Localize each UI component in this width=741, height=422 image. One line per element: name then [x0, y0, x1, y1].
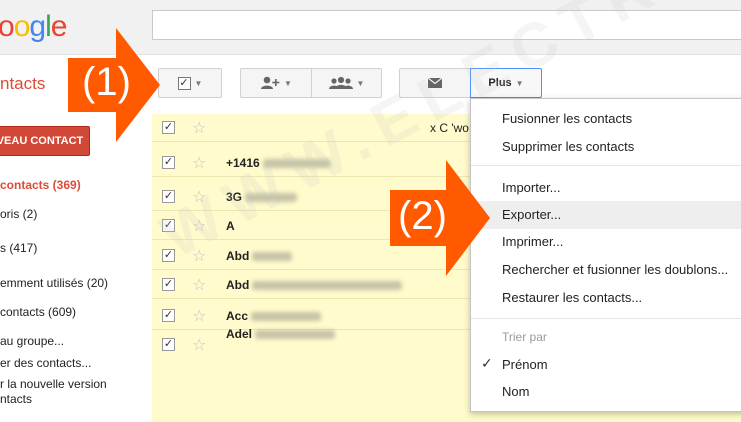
select-all-button[interactable]: ✓ ▼: [158, 68, 222, 98]
checkbox-icon: ✓: [177, 76, 191, 90]
menu-item-sort-first-name[interactable]: Prénom: [471, 351, 741, 379]
more-button-label: Plus: [488, 77, 512, 89]
row-checkbox[interactable]: ✓: [162, 309, 175, 322]
star-icon[interactable]: ☆: [192, 246, 206, 266]
group-icon: [328, 76, 353, 89]
contact-name: Adel: [226, 327, 253, 341]
sidebar-item-circles[interactable]: s (417): [0, 241, 37, 255]
row-checkbox[interactable]: ✓: [162, 338, 175, 351]
sidebar-item-favorites[interactable]: oris (2): [0, 207, 37, 221]
sidebar-item-try-new-version[interactable]: r la nouvelle version: [0, 377, 107, 391]
contact-name: Abd: [226, 249, 250, 263]
menu-item-export[interactable]: Exporter...: [471, 201, 741, 229]
menu-item-print[interactable]: Imprimer...: [471, 228, 741, 256]
redacted-text: [255, 330, 336, 340]
more-button[interactable]: Plus ▼: [470, 68, 542, 98]
google-logo[interactable]: oogle: [0, 10, 68, 44]
row-checkbox[interactable]: ✓: [162, 249, 175, 262]
contact-name-wrap: +1416: [226, 156, 331, 170]
row-checkbox[interactable]: ✓: [162, 278, 175, 291]
redacted-text: [245, 193, 298, 203]
logo-letter-e: e: [50, 10, 68, 43]
contact-name: Acc: [226, 309, 249, 323]
email-button[interactable]: [399, 68, 471, 98]
contact-name: +1416: [226, 156, 260, 170]
groups-button[interactable]: ▼: [311, 68, 382, 98]
menu-item-find-duplicates[interactable]: Rechercher et fusionner les doublons...: [471, 256, 741, 284]
contact-name: A: [226, 219, 235, 233]
sidebar-item-try-new-version-cont[interactable]: ntacts: [0, 392, 32, 406]
row-checkbox[interactable]: ✓: [162, 156, 175, 169]
add-person-icon: [261, 76, 280, 89]
star-icon[interactable]: ☆: [192, 275, 206, 295]
sidebar-item-all-contacts[interactable]: contacts (369): [0, 178, 81, 192]
contact-name-wrap: Abd: [226, 249, 293, 263]
add-to-contacts-button[interactable]: ▼: [240, 68, 312, 98]
star-icon[interactable]: ☆: [192, 118, 206, 138]
sort-by-header: Trier par: [502, 330, 547, 344]
sidebar-item-import[interactable]: er des contacts...: [0, 356, 91, 370]
contact-name-wrap: Adel: [226, 327, 336, 341]
contact-name: 3G: [226, 190, 243, 204]
redacted-text: [262, 159, 331, 169]
step-1-label: (1): [82, 60, 131, 104]
star-icon[interactable]: ☆: [192, 335, 206, 355]
logo-letter-o: o: [0, 10, 15, 43]
logo-letter-g: g: [29, 10, 46, 43]
contact-name-wrap: Acc: [226, 309, 322, 323]
sidebar-item-frequent[interactable]: emment utilisés (20): [0, 276, 108, 290]
redacted-text: [252, 281, 403, 291]
menu-divider: [471, 318, 741, 319]
redacted-text: [252, 252, 293, 262]
logo-letter-o2: o: [13, 10, 31, 43]
search-input[interactable]: [152, 10, 741, 40]
star-icon[interactable]: ☆: [192, 153, 206, 173]
chevron-down-icon: ▼: [194, 78, 203, 88]
step-2-label: (2): [398, 194, 447, 238]
star-icon[interactable]: ☆: [192, 306, 206, 326]
menu-item-restore-contacts[interactable]: Restaurer les contacts...: [471, 284, 741, 312]
envelope-icon: [428, 78, 442, 88]
menu-item-merge-contacts[interactable]: Fusionner les contacts: [471, 105, 741, 133]
sidebar-item-new-group[interactable]: au groupe...: [0, 334, 64, 348]
page-title: ntacts: [0, 74, 46, 93]
contact-extra: x C 'wo: [430, 121, 469, 135]
menu-item-sort-last-name[interactable]: Nom: [471, 378, 741, 406]
star-icon[interactable]: ☆: [192, 187, 206, 207]
contact-name: Abd: [226, 278, 250, 292]
menu-item-import[interactable]: Importer...: [471, 174, 741, 202]
more-actions-menu: Fusionner les contacts Supprimer les con…: [470, 98, 741, 412]
row-checkbox[interactable]: ✓: [162, 121, 175, 134]
row-checkbox[interactable]: ✓: [162, 190, 175, 203]
chevron-down-icon: ▼: [284, 78, 292, 88]
star-icon[interactable]: ☆: [192, 216, 206, 236]
redacted-text: [251, 312, 322, 322]
row-checkbox[interactable]: ✓: [162, 219, 175, 232]
chevron-down-icon: ▼: [515, 78, 524, 88]
menu-divider: [471, 165, 741, 166]
menu-item-delete-contacts[interactable]: Supprimer les contacts: [471, 133, 741, 161]
contact-name-wrap: 3G: [226, 190, 298, 204]
contact-name-wrap: Abd: [226, 278, 403, 292]
sidebar-item-other-contacts[interactable]: contacts (609): [0, 305, 76, 319]
chevron-down-icon: ▼: [356, 78, 365, 88]
